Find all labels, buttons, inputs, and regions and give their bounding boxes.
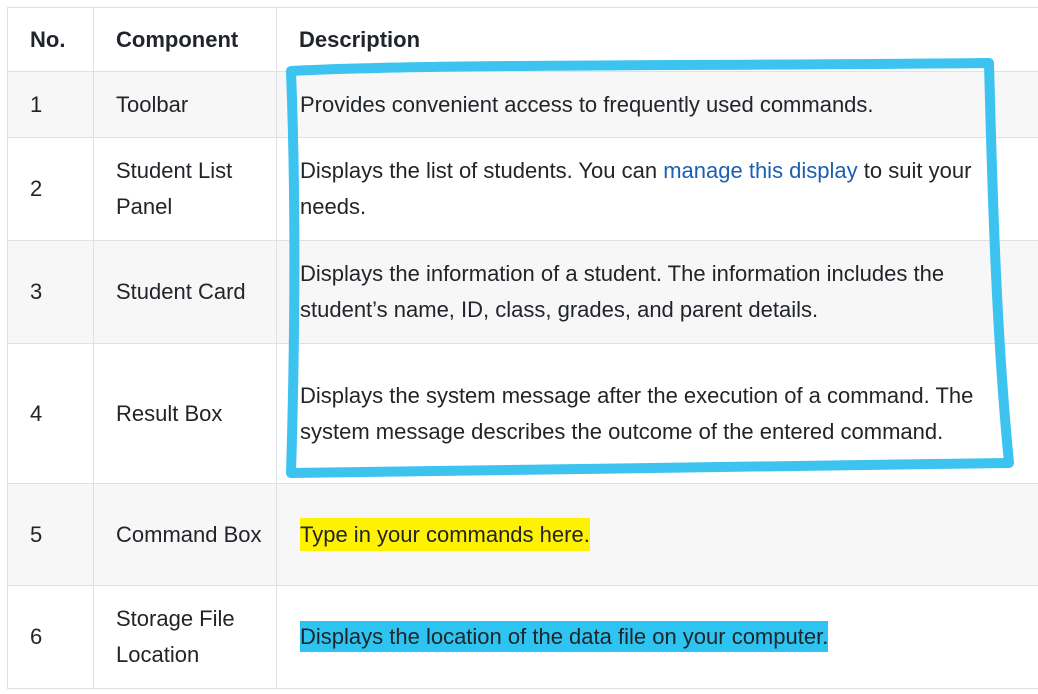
description-text-before-link: Displays the list of students. You can: [300, 158, 664, 183]
component-name: Student List Panel: [93, 137, 277, 241]
component-description: Displays the list of students. You can m…: [276, 137, 1038, 241]
component-description: Displays the information of a student. T…: [276, 240, 1038, 344]
header-row: No. Component Description: [7, 7, 1038, 72]
table-row: 5 Command Box Type in your commands here…: [7, 483, 1038, 586]
component-name: Toolbar: [93, 71, 277, 138]
blue-highlighted-description: Displays the location of the data file o…: [300, 621, 829, 652]
manage-display-link[interactable]: manage this display: [663, 158, 857, 183]
yellow-highlighted-description: Type in your commands here.: [300, 517, 590, 551]
table-row: 3 Student Card Displays the information …: [7, 240, 1038, 344]
component-description: Type in your commands here.: [276, 483, 1038, 586]
header-component: Component: [93, 7, 277, 72]
component-name: Student Card: [93, 240, 277, 344]
header-no: No.: [7, 7, 94, 72]
table-row: 4 Result Box Displays the system message…: [7, 343, 1038, 484]
table-row: 2 Student List Panel Displays the list o…: [7, 137, 1038, 241]
row-number: 2: [7, 137, 94, 241]
table-row: 1 Toolbar Provides convenient access to …: [7, 71, 1038, 138]
component-description: Displays the system message after the ex…: [276, 343, 1038, 484]
component-description: Displays the location of the data file o…: [276, 585, 1038, 689]
row-number: 1: [7, 71, 94, 138]
header-description: Description: [276, 7, 1038, 72]
component-description: Provides convenient access to frequently…: [276, 71, 1038, 138]
components-table: No. Component Description 1 Toolbar Prov…: [7, 7, 1038, 689]
row-number: 3: [7, 240, 94, 344]
row-number: 4: [7, 343, 94, 484]
component-name: Storage File Location: [93, 585, 277, 689]
row-number: 5: [7, 483, 94, 586]
component-name: Command Box: [93, 483, 277, 586]
component-name: Result Box: [93, 343, 277, 484]
row-number: 6: [7, 585, 94, 689]
table-row: 6 Storage File Location Displays the loc…: [7, 585, 1038, 689]
